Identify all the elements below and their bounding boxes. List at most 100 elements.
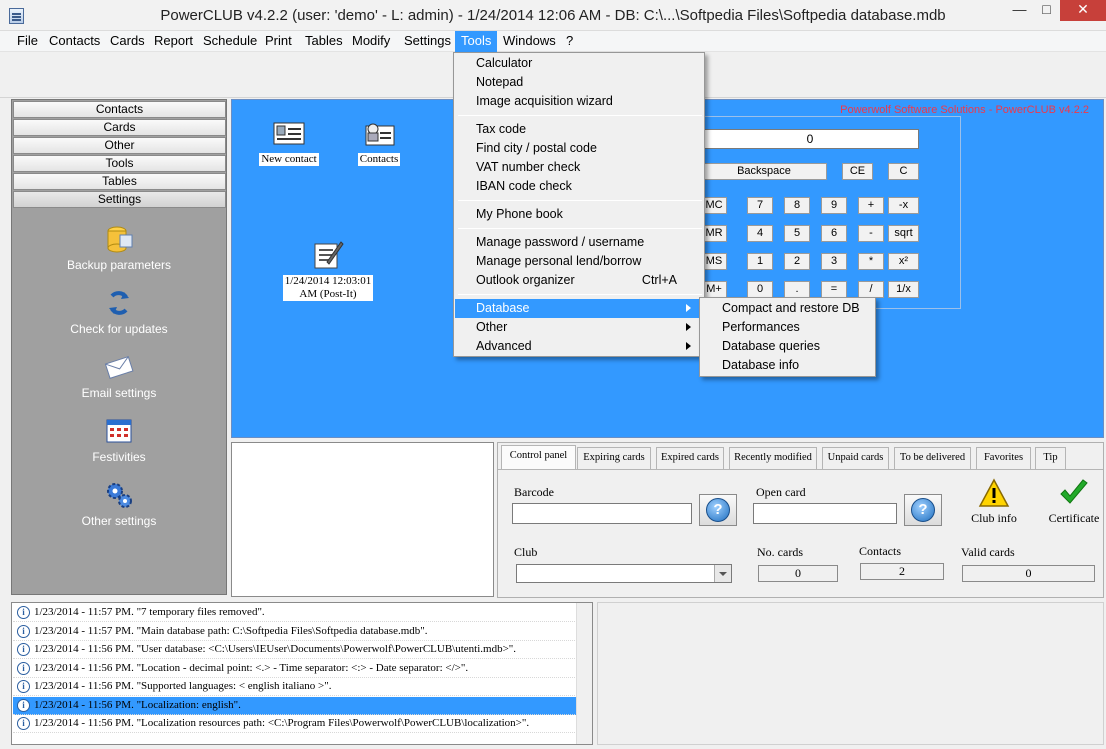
menu-modify[interactable]: Modify — [346, 31, 396, 52]
menu-cards[interactable]: Cards — [104, 31, 151, 52]
nav-item-backup-parameters[interactable]: Backup parameters — [12, 224, 226, 272]
maximize-button[interactable]: □ — [1033, 0, 1060, 21]
submenu-item-database-queries[interactable]: Database queries — [701, 337, 874, 356]
barcode-help-button[interactable]: ? — [699, 494, 737, 526]
close-button[interactable]: ✕ — [1060, 0, 1106, 21]
log-row[interactable]: i 1/23/2014 - 11:56 PM. "Location - decim… — [13, 660, 577, 678]
tab-to-be-delivered[interactable]: To be delivered — [894, 447, 971, 469]
nav-tables-button[interactable]: Tables — [13, 173, 226, 190]
desktop-new-contact[interactable]: New contact — [258, 120, 320, 166]
calc-key[interactable]: x² — [888, 253, 919, 270]
barcode-input[interactable] — [512, 503, 692, 524]
submenu-item-compact-restore[interactable]: Compact and restore DB — [701, 299, 874, 318]
calc-key[interactable]: 4 — [747, 225, 773, 242]
club-info-button[interactable]: Club info — [966, 478, 1022, 526]
menu-item-other[interactable]: Other — [455, 318, 703, 337]
calc-key[interactable]: 5 — [784, 225, 810, 242]
title-bar: PowerCLUB v4.2.2 (user: 'demo' - L: admi… — [0, 0, 1106, 31]
open-card-label: Open card — [756, 485, 806, 499]
calc-key[interactable]: 3 — [821, 253, 847, 270]
calc-key[interactable]: 1/x — [888, 281, 919, 298]
nav-settings-button[interactable]: Settings — [13, 191, 226, 208]
submenu-item-performances[interactable]: Performances — [701, 318, 874, 337]
submenu-item-database-info[interactable]: Database info — [701, 356, 874, 375]
calc-key[interactable]: / — [858, 281, 884, 298]
log-row[interactable]: i 1/23/2014 - 11:57 PM. "7 temporary file… — [13, 604, 577, 622]
nav-cards-button[interactable]: Cards — [13, 119, 226, 136]
calc-key[interactable]: 6 — [821, 225, 847, 242]
minimize-button[interactable]: — — [1006, 0, 1033, 21]
log-row[interactable]: i 1/23/2014 - 11:57 PM. "Main database pa… — [13, 623, 577, 641]
desktop-contacts[interactable]: Contacts — [354, 120, 404, 166]
menu-item-vat-check[interactable]: VAT number check — [455, 158, 703, 177]
calc-key[interactable]: 7 — [747, 197, 773, 214]
calc-key[interactable]: sqrt — [888, 225, 919, 242]
menu-item-phone-book[interactable]: My Phone book — [455, 205, 703, 224]
nav-item-other-settings[interactable]: Other settings — [12, 480, 226, 528]
calc-key[interactable]: 2 — [784, 253, 810, 270]
calc-backspace-button[interactable]: Backspace — [701, 163, 827, 180]
menu-item-lend-borrow[interactable]: Manage personal lend/borrow — [455, 252, 703, 271]
log-row[interactable]: i 1/23/2014 - 11:56 PM. "Localization: en… — [13, 696, 577, 715]
nav-other-button[interactable]: Other — [13, 137, 226, 154]
menu-help[interactable]: ? — [560, 31, 579, 52]
tab-unpaid-cards[interactable]: Unpaid cards — [822, 447, 889, 469]
menu-settings[interactable]: Settings — [398, 31, 457, 52]
menu-tables[interactable]: Tables — [299, 31, 349, 52]
certificate-button[interactable]: Certificate — [1043, 478, 1105, 526]
menu-item-outlook-organizer[interactable]: Outlook organizer Ctrl+A — [455, 271, 703, 290]
chevron-down-icon[interactable] — [714, 565, 731, 582]
tab-control-panel[interactable]: Control panel — [501, 445, 576, 470]
calc-key[interactable]: + — [858, 197, 884, 214]
tab-favorites[interactable]: Favorites — [976, 447, 1031, 469]
menu-contacts[interactable]: Contacts — [43, 31, 106, 52]
nav-item-festivities[interactable]: Festivities — [12, 416, 226, 464]
log-row[interactable]: i 1/23/2014 - 11:56 PM. "Supported langua… — [13, 678, 577, 696]
calc-key[interactable]: - — [858, 225, 884, 242]
question-icon: ? — [911, 498, 935, 522]
nav-contacts-button[interactable]: Contacts — [13, 101, 226, 118]
log-row[interactable]: i 1/23/2014 - 11:56 PM. "Localization res… — [13, 715, 577, 733]
info-icon: i — [17, 698, 30, 712]
menu-windows[interactable]: Windows — [497, 31, 562, 52]
tab-expired-cards[interactable]: Expired cards — [656, 447, 724, 469]
calc-key[interactable]: = — [821, 281, 847, 298]
calc-ce-button[interactable]: CE — [842, 163, 873, 180]
desktop-postit[interactable]: 1/24/2014 12:03:01 AM (Post-It) — [280, 238, 376, 301]
calc-c-button[interactable]: C — [888, 163, 919, 180]
calc-key[interactable]: 9 — [821, 197, 847, 214]
nav-item-check-updates[interactable]: Check for updates — [12, 288, 226, 336]
menu-item-calculator[interactable]: Calculator — [455, 54, 703, 73]
tab-expiring-cards[interactable]: Expiring cards — [577, 447, 651, 469]
menu-item-iban-check[interactable]: IBAN code check — [455, 177, 703, 196]
menu-item-manage-password[interactable]: Manage password / username — [455, 233, 703, 252]
menu-schedule[interactable]: Schedule — [197, 31, 263, 52]
gears-icon — [107, 483, 132, 508]
menu-print[interactable]: Print — [259, 31, 298, 52]
menu-item-image-acquisition[interactable]: Image acquisition wizard — [455, 92, 703, 111]
menu-item-find-city[interactable]: Find city / postal code — [455, 139, 703, 158]
menu-tools[interactable]: Tools — [455, 31, 498, 52]
calc-key[interactable]: 8 — [784, 197, 810, 214]
tab-recently-modified[interactable]: Recently modified — [729, 447, 817, 469]
nav-item-email-settings[interactable]: Email settings — [12, 352, 226, 400]
open-card-help-button[interactable]: ? — [904, 494, 942, 526]
calc-key[interactable]: 1 — [747, 253, 773, 270]
menu-file[interactable]: File — [11, 31, 44, 52]
postit-label-line1: 1/24/2014 12:03:01 — [284, 275, 372, 287]
open-card-input[interactable] — [753, 503, 897, 524]
menu-item-tax-code[interactable]: Tax code — [455, 120, 703, 139]
club-select[interactable] — [516, 564, 732, 583]
left-nav: Contacts Cards Other Tools Tables Settin… — [11, 99, 227, 595]
log-row[interactable]: i 1/23/2014 - 11:56 PM. "User database: <… — [13, 641, 577, 659]
nav-tools-button[interactable]: Tools — [13, 155, 226, 172]
calc-key[interactable]: * — [858, 253, 884, 270]
menu-item-notepad[interactable]: Notepad — [455, 73, 703, 92]
menu-item-database[interactable]: Database — [455, 299, 703, 318]
tab-tip[interactable]: Tip — [1035, 447, 1066, 469]
calc-key[interactable]: -x — [888, 197, 919, 214]
menu-item-advanced[interactable]: Advanced — [455, 337, 703, 356]
log-scrollbar[interactable] — [576, 603, 592, 744]
menu-report[interactable]: Report — [148, 31, 199, 52]
calc-key[interactable]: . — [784, 281, 810, 298]
